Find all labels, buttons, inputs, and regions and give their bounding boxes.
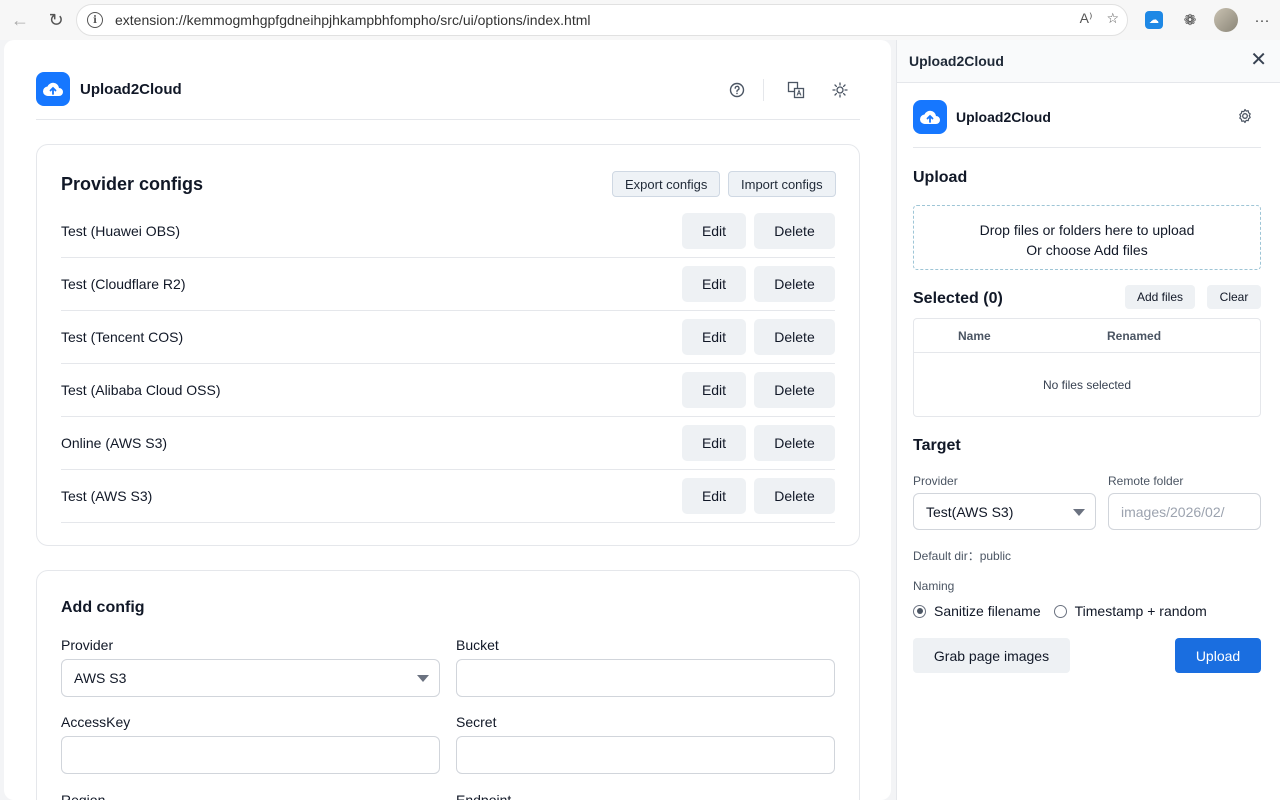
bucket-input[interactable] [456,659,835,697]
delete-button[interactable]: Delete [754,266,835,302]
add-files-button[interactable]: Add files [1125,285,1195,309]
table-header: Name Renamed [914,319,1260,353]
remote-folder-input[interactable]: images/2026/02/ [1108,493,1261,530]
side-panel-title: Upload2Cloud [909,53,1004,69]
dropzone-line-2: Or choose Add files [1026,242,1148,258]
provider-config-row: Test (Tencent COS) Edit Delete [61,311,835,364]
target-provider-value: Test(AWS S3) [926,503,1014,520]
export-configs-button[interactable]: Export configs [612,171,721,197]
import-configs-button[interactable]: Import configs [728,171,836,197]
column-name-header: Name [958,329,991,343]
options-page: Upload2Cloud Provider configs Export con… [4,40,891,800]
close-icon[interactable]: ✕ [1250,50,1267,70]
empty-state-text: No files selected [1042,378,1132,392]
default-dir-text: Default dir：public [913,549,1012,563]
provider-select-value: AWS S3 [74,670,127,686]
back-icon[interactable]: ← [2,0,38,40]
provider-configs-card: Provider configs Export configs Import c… [36,144,860,546]
provider-config-row: Test (Huawei OBS) Edit Delete [61,205,835,258]
add-config-card: Add config Provider AWS S3 Bucket Access… [36,570,860,800]
app-title: Upload2Cloud [80,81,182,98]
header-divider [763,79,764,101]
more-menu-icon[interactable]: ··· [1244,0,1280,40]
timestamp-random-radio[interactable] [1053,604,1067,618]
help-icon[interactable] [725,78,749,102]
favorite-star-icon[interactable]: ☆ [1106,10,1119,27]
read-aloud-icon[interactable]: A⁾ [1080,10,1093,27]
delete-button[interactable]: Delete [754,425,835,461]
refresh-icon[interactable]: ↻ [38,0,74,40]
extensions-puzzle-icon[interactable]: ❁ [1172,0,1208,40]
provider-config-name: Test (Tencent COS) [61,329,184,345]
column-renamed-header: Renamed [1107,329,1162,343]
chevron-down-icon [1073,509,1085,516]
target-title: Target [913,437,961,454]
provider-config-list: Test (Huawei OBS) Edit Delete Test (Clou… [61,205,835,523]
edit-button[interactable]: Edit [682,425,746,461]
clear-button[interactable]: Clear [1207,285,1261,309]
side-panel-header: Upload2Cloud ✕ [897,40,1280,83]
file-dropzone[interactable]: Drop files or folders here to upload Or … [913,205,1261,270]
app-header: Upload2Cloud [36,72,860,120]
delete-button[interactable]: Delete [754,478,835,514]
remote-folder-label: Remote folder [1108,474,1184,488]
edit-button[interactable]: Edit [682,478,746,514]
selected-title: Selected (0) [913,290,1003,307]
url-text[interactable]: extension://kemmogmhgpfgdneihpjhkampbhfo… [115,12,591,28]
sanitize-filename-radio[interactable] [913,604,926,618]
translate-icon[interactable] [784,78,808,102]
provider-config-name: Online (AWS S3) [61,435,168,451]
address-bar[interactable]: i extension://kemmogmhgpfgdneihpjhkampbh… [76,4,1128,36]
upload-button[interactable]: Upload [1175,638,1261,673]
target-provider-label: Provider [913,474,958,488]
provider-select[interactable]: AWS S3 [61,659,440,697]
cloud-upload-logo-icon [913,100,947,134]
provider-config-row: Test (Alibaba Cloud OSS) Edit Delete [61,364,835,417]
provider-config-name: Test (Alibaba Cloud OSS) [61,382,221,398]
provider-config-name: Test (Huawei OBS) [61,223,181,239]
provider-label: Provider [61,637,114,653]
gear-icon[interactable] [1237,108,1253,129]
edit-button[interactable]: Edit [682,319,746,355]
delete-button[interactable]: Delete [754,319,835,355]
secret-input[interactable] [456,736,835,774]
edit-button[interactable]: Edit [682,213,746,249]
panel-brand: Upload2Cloud [913,100,1261,148]
theme-sun-icon[interactable] [828,78,852,102]
chevron-down-icon [417,675,429,682]
cloud-upload-logo-icon [36,72,70,106]
provider-config-row: Test (Cloudflare R2) Edit Delete [61,258,835,311]
panel-brand-title: Upload2Cloud [956,109,1051,125]
provider-config-name: Test (Cloudflare R2) [61,276,186,292]
naming-options: Sanitize filename Timestamp + random [913,603,1207,619]
accesskey-input[interactable] [61,736,440,774]
naming-label: Naming [913,579,955,593]
timestamp-random-label[interactable]: Timestamp + random [1075,603,1207,619]
region-label: Region [61,792,106,800]
edit-button[interactable]: Edit [682,372,746,408]
upload-section-title: Upload [913,169,968,186]
secret-label: Secret [456,714,497,730]
dropzone-line-1: Drop files or folders here to upload [979,222,1195,238]
target-provider-select[interactable]: Test(AWS S3) [913,493,1096,530]
browser-toolbar: ← ↻ i extension://kemmogmhgpfgdneihpjhka… [0,0,1280,40]
selected-files-table: Name Renamed No files selected [913,318,1261,417]
grab-page-images-button[interactable]: Grab page images [913,638,1070,673]
delete-button[interactable]: Delete [754,213,835,249]
provider-configs-title: Provider configs [61,174,204,194]
delete-button[interactable]: Delete [754,372,835,408]
bucket-label: Bucket [456,637,499,653]
edit-button[interactable]: Edit [682,266,746,302]
sanitize-filename-label[interactable]: Sanitize filename [934,603,1041,619]
add-config-title: Add config [61,599,145,616]
upload2cloud-extension-icon[interactable]: ☁ [1136,0,1172,40]
endpoint-label: Endpoint [456,792,512,800]
provider-config-row: Test (AWS S3) Edit Delete [61,470,835,523]
profile-avatar[interactable] [1208,0,1244,40]
site-info-icon[interactable]: i [87,12,103,28]
provider-config-row: Online (AWS S3) Edit Delete [61,417,835,470]
side-panel: Upload2Cloud ✕ Upload2Cloud Upload Drop … [896,40,1280,800]
provider-config-name: Test (AWS S3) [61,488,153,504]
accesskey-label: AccessKey [61,714,131,730]
